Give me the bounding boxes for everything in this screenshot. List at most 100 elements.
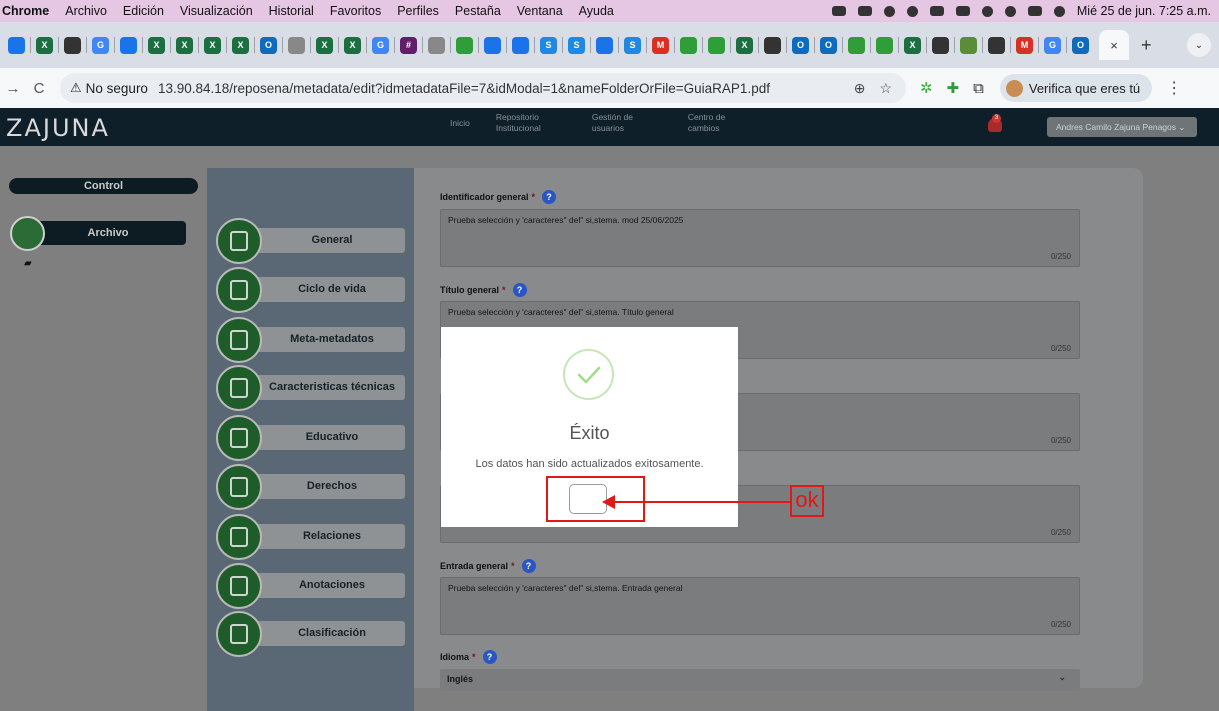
extension-plus-icon[interactable]: ✚ bbox=[947, 79, 960, 97]
zoom-icon[interactable]: ⊕ bbox=[854, 80, 866, 97]
user-menu-button[interactable]: Andres Camilo Zajuna Penagos ⌄ bbox=[1047, 117, 1197, 137]
archivo-button[interactable]: Archivo bbox=[30, 221, 186, 245]
clock[interactable]: Mié 25 de jun. 7:25 a.m. bbox=[1077, 4, 1211, 18]
menu-edicion[interactable]: Edición bbox=[115, 4, 172, 18]
excel-icon[interactable]: X bbox=[736, 36, 753, 54]
cycle-icon[interactable] bbox=[216, 267, 262, 313]
green-circle-icon[interactable] bbox=[876, 36, 893, 54]
gmail-icon[interactable]: M bbox=[1016, 36, 1033, 54]
excel-icon[interactable]: X bbox=[316, 36, 333, 54]
chrome-icon[interactable] bbox=[288, 36, 305, 54]
tab-close-icon[interactable]: × bbox=[1110, 38, 1118, 53]
help-icon[interactable]: ? bbox=[542, 190, 557, 204]
green-circle-icon[interactable] bbox=[456, 36, 473, 54]
folder-icon[interactable]: ▰ bbox=[24, 258, 32, 269]
help-icon[interactable]: ? bbox=[512, 283, 527, 297]
trophy-icon[interactable] bbox=[216, 611, 262, 657]
outlook-icon[interactable]: O bbox=[1072, 36, 1089, 54]
nav-inicio[interactable]: Inicio bbox=[450, 112, 470, 134]
graduation-icon[interactable] bbox=[216, 415, 262, 461]
bluetooth-icon[interactable] bbox=[906, 5, 918, 17]
s-icon[interactable]: S bbox=[624, 36, 641, 54]
scales-icon[interactable] bbox=[216, 464, 262, 510]
cloud-icon[interactable] bbox=[120, 36, 137, 54]
green-circle-icon[interactable] bbox=[848, 36, 865, 54]
extensions-puzzle-icon[interactable]: ⧉ bbox=[973, 80, 984, 97]
chrome-menu-icon[interactable]: ⋮ bbox=[1166, 78, 1182, 98]
siri-icon[interactable] bbox=[1053, 5, 1065, 17]
url-text[interactable]: 13.90.84.18/reposena/metadata/edit?idmet… bbox=[158, 81, 770, 96]
entrada-field[interactable]: Prueba selección y 'caracteres" del" si,… bbox=[440, 577, 1080, 635]
active-tab[interactable]: × bbox=[1099, 30, 1129, 60]
identificador-field[interactable]: Prueba selección y 'caracteres" del" si,… bbox=[440, 209, 1080, 267]
address-bar[interactable]: ⚠ No seguro 13.90.84.18/reposena/metadat… bbox=[60, 73, 906, 103]
new-tab-button[interactable]: + bbox=[1141, 35, 1152, 56]
profile-verify-button[interactable]: Verifica que eres tú bbox=[999, 74, 1153, 102]
settings-document-icon[interactable] bbox=[216, 365, 262, 411]
bookmark-star-icon[interactable]: ☆ bbox=[879, 80, 892, 97]
zajuna-logo[interactable]: ZAJUNA bbox=[6, 114, 110, 142]
handshake-icon[interactable] bbox=[216, 514, 262, 560]
menu-ayuda[interactable]: Ayuda bbox=[571, 4, 622, 18]
outlook-icon[interactable]: O bbox=[792, 36, 809, 54]
excel-icon[interactable]: X bbox=[232, 36, 249, 54]
excel-icon[interactable]: X bbox=[904, 36, 921, 54]
document-icon[interactable] bbox=[216, 218, 262, 264]
display-icon[interactable] bbox=[955, 6, 970, 16]
target-icon[interactable] bbox=[64, 36, 81, 54]
help-icon[interactable]: ? bbox=[482, 650, 497, 664]
battery-icon[interactable] bbox=[929, 6, 944, 16]
google-icon[interactable]: G bbox=[92, 36, 109, 54]
excel-icon[interactable]: X bbox=[344, 36, 361, 54]
target-icon[interactable] bbox=[764, 36, 781, 54]
reload-button[interactable]: C bbox=[26, 80, 52, 97]
menu-archivo[interactable]: Archivo bbox=[57, 4, 115, 18]
chrome-icon[interactable] bbox=[428, 36, 445, 54]
extension-green-icon[interactable]: ✲ bbox=[920, 79, 933, 97]
nav-gestion-usuarios[interactable]: Gestión de usuarios bbox=[592, 112, 662, 134]
green-circle-icon[interactable] bbox=[708, 36, 725, 54]
github-icon[interactable] bbox=[932, 36, 949, 54]
wifi-icon[interactable] bbox=[981, 5, 993, 17]
s-icon[interactable]: S bbox=[540, 36, 557, 54]
tab-search-button[interactable]: ⌄ bbox=[1187, 33, 1211, 57]
volume-icon[interactable] bbox=[883, 5, 895, 17]
idioma-select[interactable]: Inglés ⌄ bbox=[440, 669, 1080, 691]
nav-centro-cambios[interactable]: Centro de cambios bbox=[688, 112, 758, 134]
certificate-icon[interactable] bbox=[216, 317, 262, 363]
excel-icon[interactable]: X bbox=[36, 36, 53, 54]
nav-repositorio[interactable]: Repositorio Institucional bbox=[496, 112, 566, 134]
extension-icon[interactable] bbox=[831, 6, 846, 16]
menu-ventana[interactable]: Ventana bbox=[509, 4, 571, 18]
excel-icon[interactable]: X bbox=[204, 36, 221, 54]
slack-icon[interactable]: # bbox=[400, 36, 417, 54]
spotlight-icon[interactable] bbox=[1004, 5, 1016, 17]
google-icon[interactable]: G bbox=[1044, 36, 1061, 54]
gmail-icon[interactable]: M bbox=[652, 36, 669, 54]
archive-icon[interactable] bbox=[10, 216, 45, 251]
menu-favoritos[interactable]: Favoritos bbox=[322, 4, 389, 18]
control-center-icon[interactable] bbox=[1027, 6, 1042, 16]
help-icon[interactable]: ? bbox=[521, 559, 536, 573]
s-icon[interactable]: S bbox=[568, 36, 585, 54]
green-circle-icon[interactable] bbox=[680, 36, 697, 54]
google-icon[interactable]: G bbox=[372, 36, 389, 54]
notes-icon[interactable] bbox=[216, 563, 262, 609]
menu-app-chrome[interactable]: Chrome bbox=[0, 4, 57, 18]
security-indicator[interactable]: ⚠ No seguro bbox=[70, 80, 148, 96]
forward-button[interactable]: → bbox=[0, 80, 26, 97]
cloud-icon[interactable] bbox=[484, 36, 501, 54]
image-icon[interactable] bbox=[960, 36, 977, 54]
menu-perfiles[interactable]: Perfiles bbox=[389, 4, 447, 18]
menu-historial[interactable]: Historial bbox=[261, 4, 322, 18]
menu-visualizacion[interactable]: Visualización bbox=[172, 4, 261, 18]
target-icon[interactable] bbox=[988, 36, 1005, 54]
cloud-icon[interactable] bbox=[857, 6, 872, 16]
outlook-icon[interactable]: O bbox=[260, 36, 277, 54]
excel-icon[interactable]: X bbox=[176, 36, 193, 54]
cloud-icon[interactable] bbox=[512, 36, 529, 54]
menu-pestana[interactable]: Pestaña bbox=[447, 4, 509, 18]
outlook-icon[interactable]: O bbox=[820, 36, 837, 54]
cloud-icon[interactable] bbox=[596, 36, 613, 54]
excel-icon[interactable]: X bbox=[148, 36, 165, 54]
